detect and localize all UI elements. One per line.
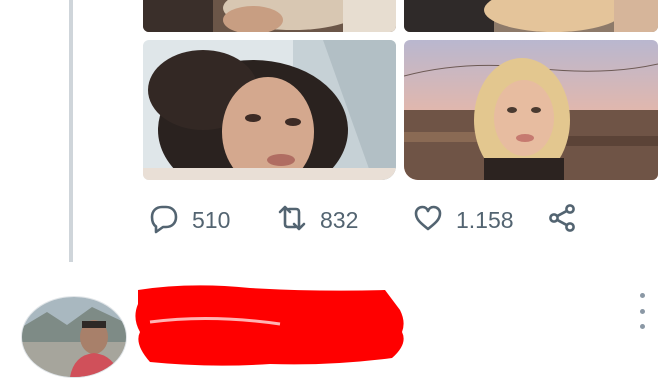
reply-button[interactable]: 510 [148,198,230,242]
media-photo-bottom-left[interactable] [143,40,396,180]
more-vertical-icon[interactable] [632,293,652,329]
reply-count: 510 [192,206,231,233]
media-photo-top-right[interactable] [404,0,658,32]
thread-connector-line [69,0,73,262]
media-photo-top-left[interactable] [143,0,396,32]
retweet-button[interactable]: 832 [276,198,358,242]
like-count: 1.158 [456,206,514,233]
avatar[interactable] [21,296,127,378]
heart-icon [412,202,444,239]
retweet-count: 832 [320,206,359,233]
share-button[interactable] [546,198,578,242]
redacted-username [135,285,404,366]
media-photo-bottom-right[interactable] [404,40,658,180]
speech-bubble-icon [148,202,180,239]
share-icon [546,202,578,239]
like-button[interactable]: 1.158 [412,198,514,242]
retweet-icon [276,202,308,239]
